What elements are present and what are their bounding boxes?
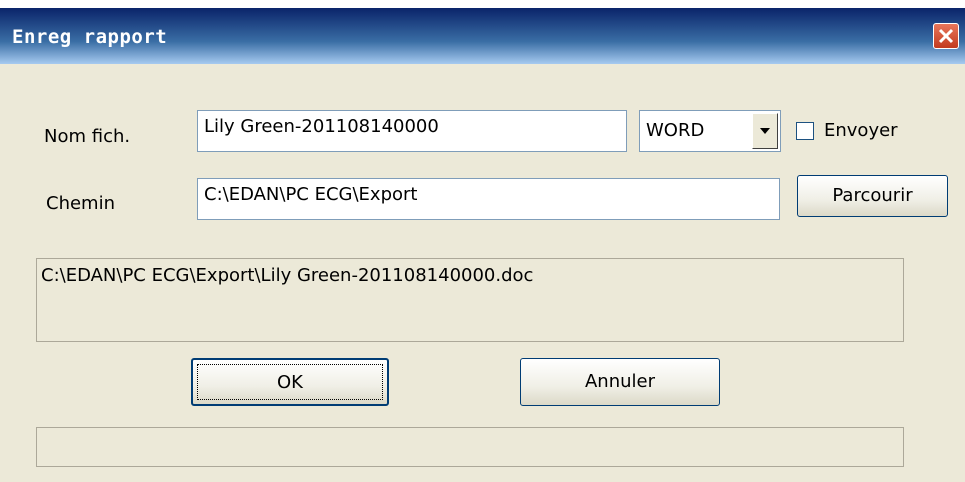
background-strip xyxy=(0,0,965,8)
send-checkbox[interactable] xyxy=(796,122,814,140)
filename-input[interactable]: Lily Green-201108140000 xyxy=(197,110,627,152)
format-select[interactable]: WORD xyxy=(639,110,781,152)
format-selected-value: WORD xyxy=(646,120,705,141)
path-label: Chemin xyxy=(46,193,115,214)
cancel-button-label: Annuler xyxy=(584,371,655,392)
full-path-text: C:\EDAN\PC ECG\Export\Lily Green-2011081… xyxy=(41,265,534,286)
browse-button[interactable]: Parcourir xyxy=(797,175,948,217)
ok-button[interactable]: OK xyxy=(191,358,389,406)
browse-button-label: Parcourir xyxy=(832,185,913,206)
path-input[interactable]: C:\EDAN\PC ECG\Export xyxy=(197,178,780,220)
title-bar[interactable]: Enreg rapport xyxy=(0,8,965,64)
send-label[interactable]: Envoyer xyxy=(824,120,898,141)
save-report-dialog: Enreg rapport Nom fich. Lily Green-20110… xyxy=(0,8,965,482)
format-dropdown-button[interactable] xyxy=(752,113,778,149)
dialog-title: Enreg rapport xyxy=(12,26,168,48)
status-panel xyxy=(36,427,904,467)
focus-rectangle xyxy=(197,364,383,400)
close-button[interactable] xyxy=(933,23,959,49)
chevron-down-icon xyxy=(760,128,770,134)
close-icon xyxy=(938,28,954,44)
filename-label: Nom fich. xyxy=(44,126,131,147)
full-path-preview: C:\EDAN\PC ECG\Export\Lily Green-2011081… xyxy=(36,258,904,342)
cancel-button[interactable]: Annuler xyxy=(520,358,720,406)
